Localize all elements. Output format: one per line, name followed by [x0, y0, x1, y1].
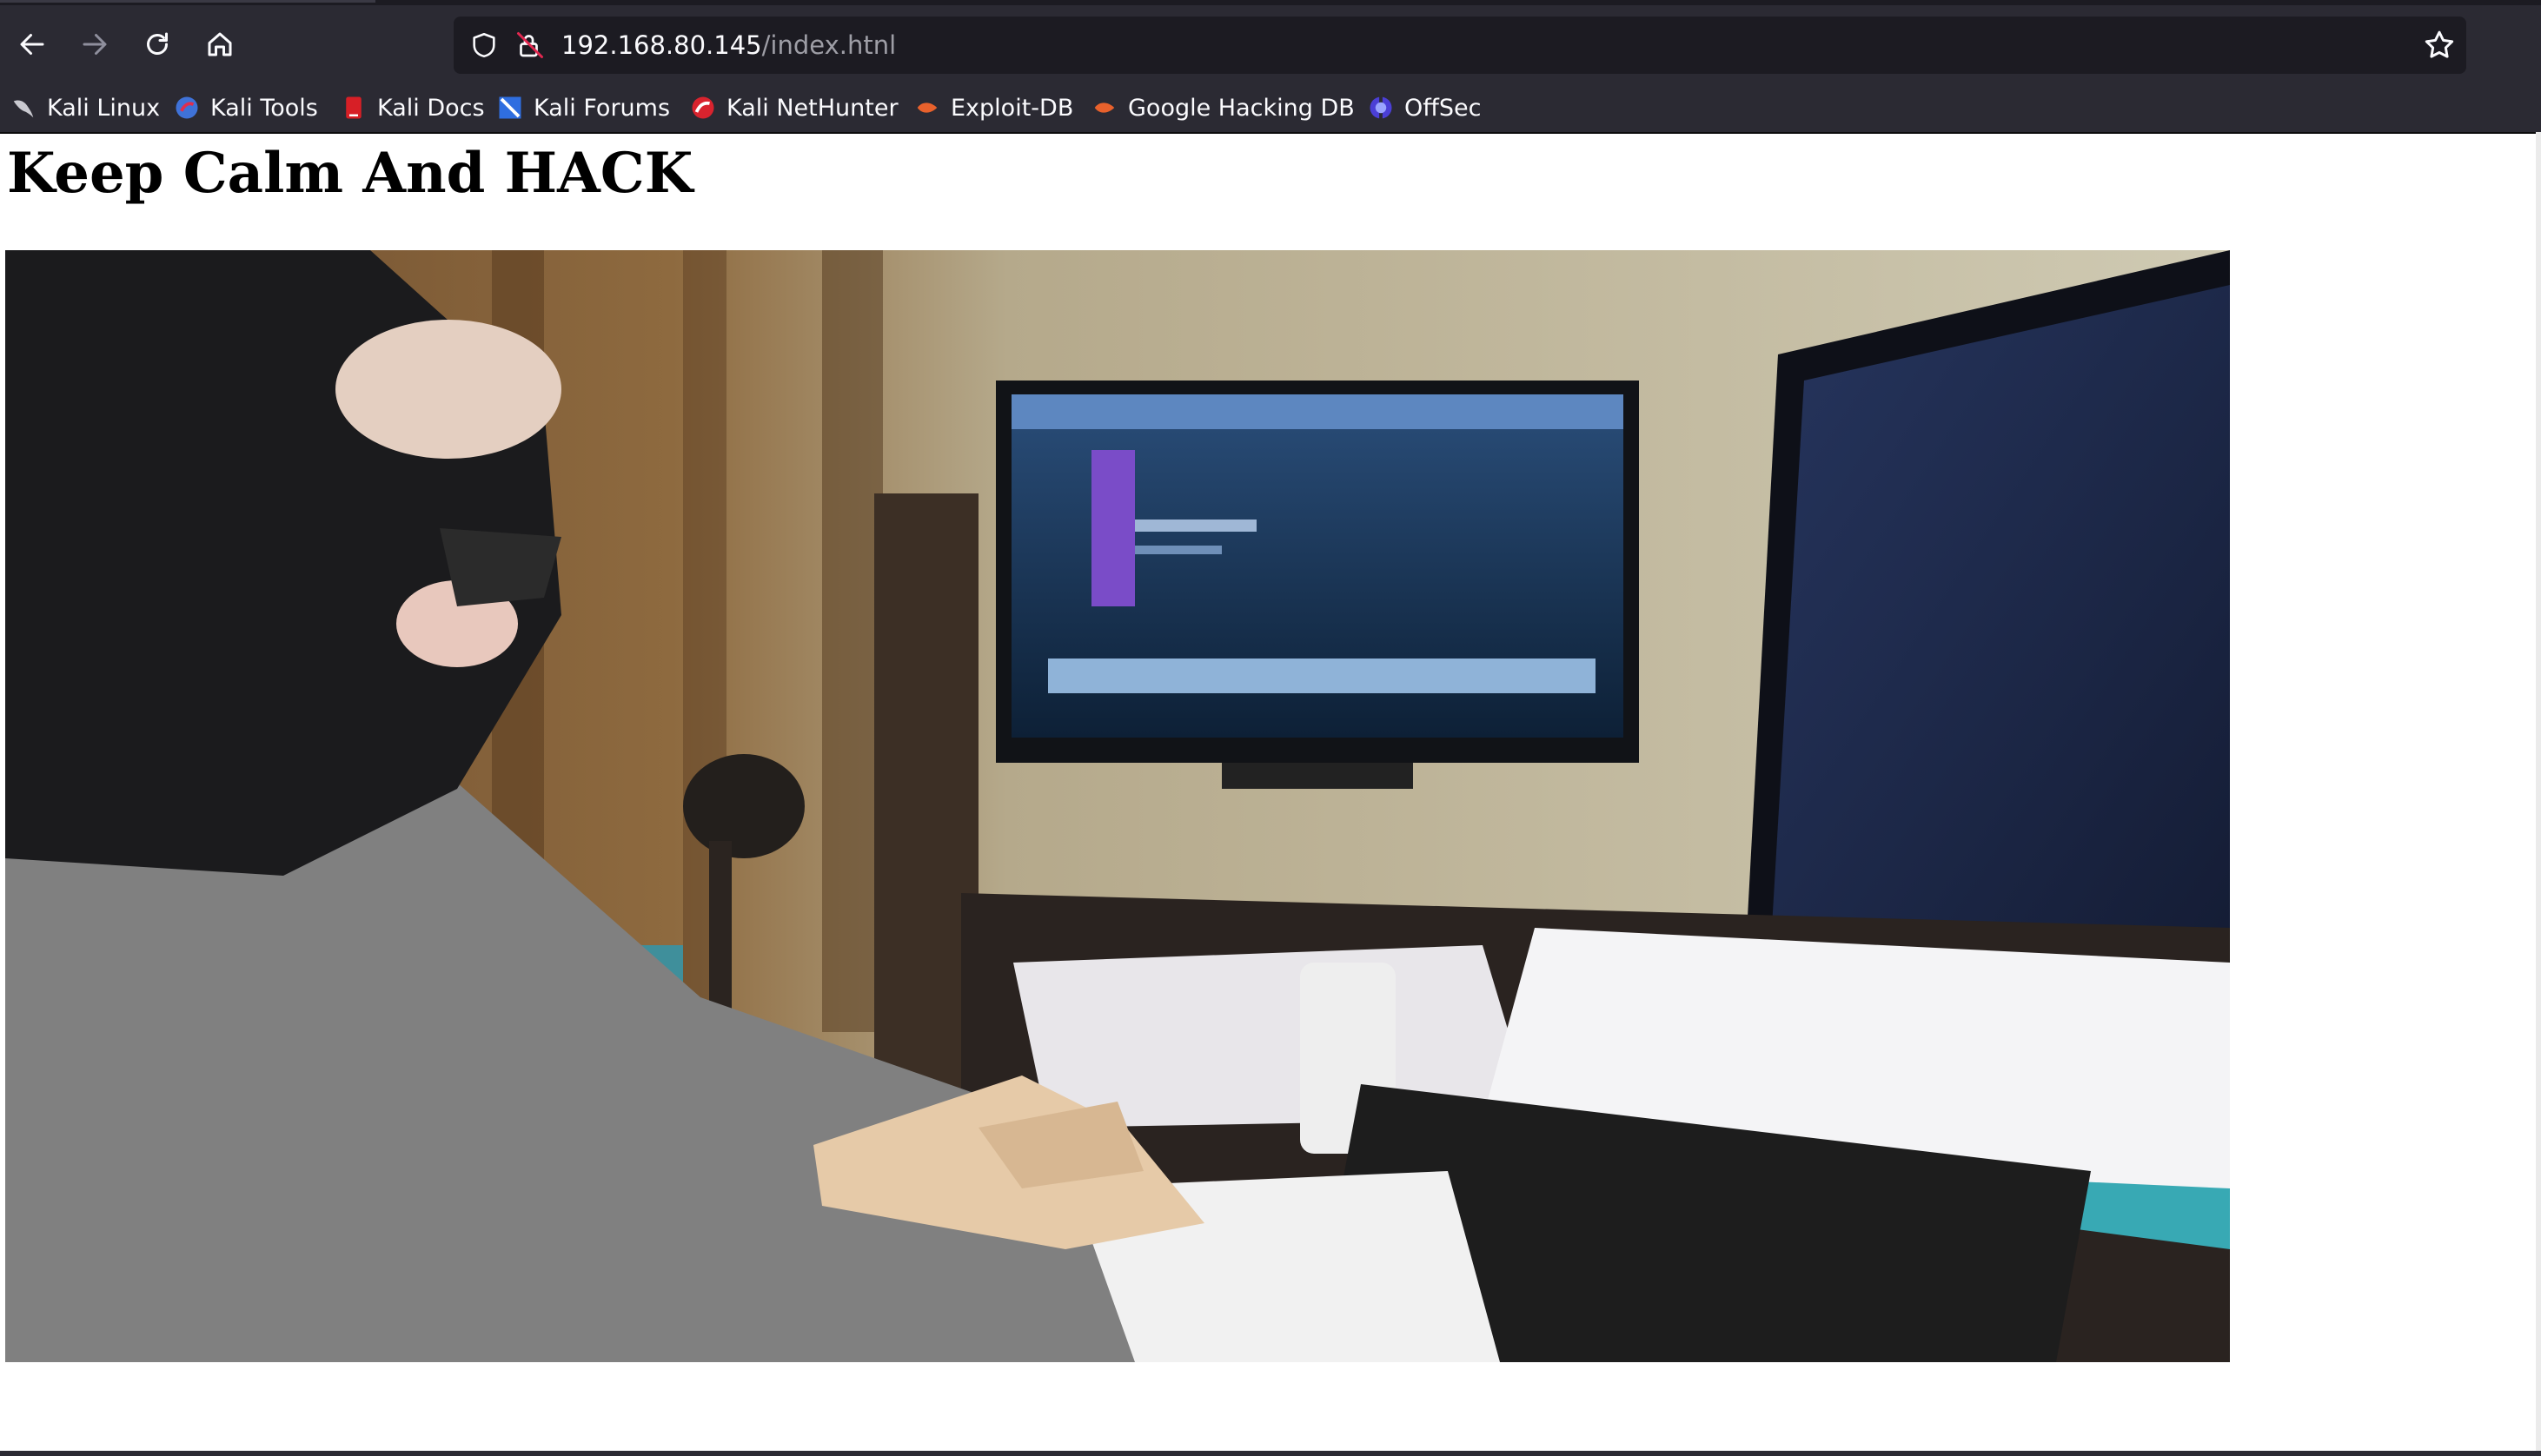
active-tab-indicator [0, 0, 375, 3]
home-button[interactable] [193, 17, 247, 71]
bookmarks-toolbar: Kali Linux Kali Tools Kali Docs Kali For… [0, 83, 2541, 132]
hacker-gif-image [5, 250, 2230, 1362]
bookmark-label: Exploit-DB [951, 94, 1074, 122]
back-button[interactable] [5, 17, 59, 71]
kali-forums-icon [499, 96, 521, 119]
page-content: Keep Calm And HACK [0, 134, 2536, 1451]
kali-docs-icon [346, 96, 362, 119]
bookmark-label: Kali Linux [47, 94, 161, 122]
browser-toolbar: 192.168.80.145/index.htnl [0, 5, 2541, 83]
bookmark-kali-nethunter[interactable]: Kali NetHunter [690, 89, 899, 127]
bookmark-star-icon[interactable] [2421, 27, 2458, 63]
bookmark-label: Kali Forums [534, 94, 671, 122]
url-text[interactable]: 192.168.80.145/index.htnl [561, 29, 896, 62]
bookmark-kali-forums[interactable]: Kali Forums [497, 89, 670, 127]
bookmark-label: Kali Docs [377, 94, 485, 122]
bookmark-kali-linux[interactable]: Kali Linux [10, 89, 160, 127]
bookmark-label: OffSec [1404, 94, 1482, 122]
scrollbar-track[interactable] [2536, 132, 2541, 1456]
bookmark-label: Kali Tools [210, 94, 318, 122]
bookmark-label: Google Hacking DB [1128, 94, 1355, 122]
ghdb-icon [1094, 103, 1115, 113]
bookmark-exploit-db[interactable]: Exploit-DB [914, 89, 1073, 127]
insecure-lock-icon[interactable] [514, 30, 546, 61]
page-heading: Keep Calm And HACK [7, 141, 693, 206]
bookmark-kali-docs[interactable]: Kali Docs [341, 89, 485, 127]
bookmark-kali-tools[interactable]: Kali Tools [174, 89, 318, 127]
exploit-db-icon [917, 103, 938, 113]
offsec-icon [1370, 96, 1392, 119]
home-icon [208, 32, 232, 56]
kali-dragon-icon [13, 100, 34, 118]
hacker-scene-illustration [5, 250, 2230, 1362]
url-host: 192.168.80.145 [561, 30, 762, 60]
url-path: /index.htnl [761, 30, 897, 60]
nethunter-icon [692, 96, 714, 119]
reload-icon [147, 32, 168, 55]
bottom-edge [0, 1451, 2541, 1456]
reload-button[interactable] [130, 17, 184, 71]
forward-arrow-icon [83, 34, 107, 55]
address-bar[interactable]: 192.168.80.145/index.htnl [454, 17, 2466, 74]
forward-button[interactable] [68, 17, 122, 71]
back-arrow-icon [20, 34, 44, 55]
bookmark-offsec[interactable]: OffSec [1368, 89, 1481, 127]
bookmark-google-hacking-db[interactable]: Google Hacking DB [1091, 89, 1355, 127]
bookmark-label: Kali NetHunter [726, 94, 899, 122]
tracking-protection-shield-icon[interactable] [469, 30, 499, 60]
kali-tools-icon [176, 96, 198, 119]
